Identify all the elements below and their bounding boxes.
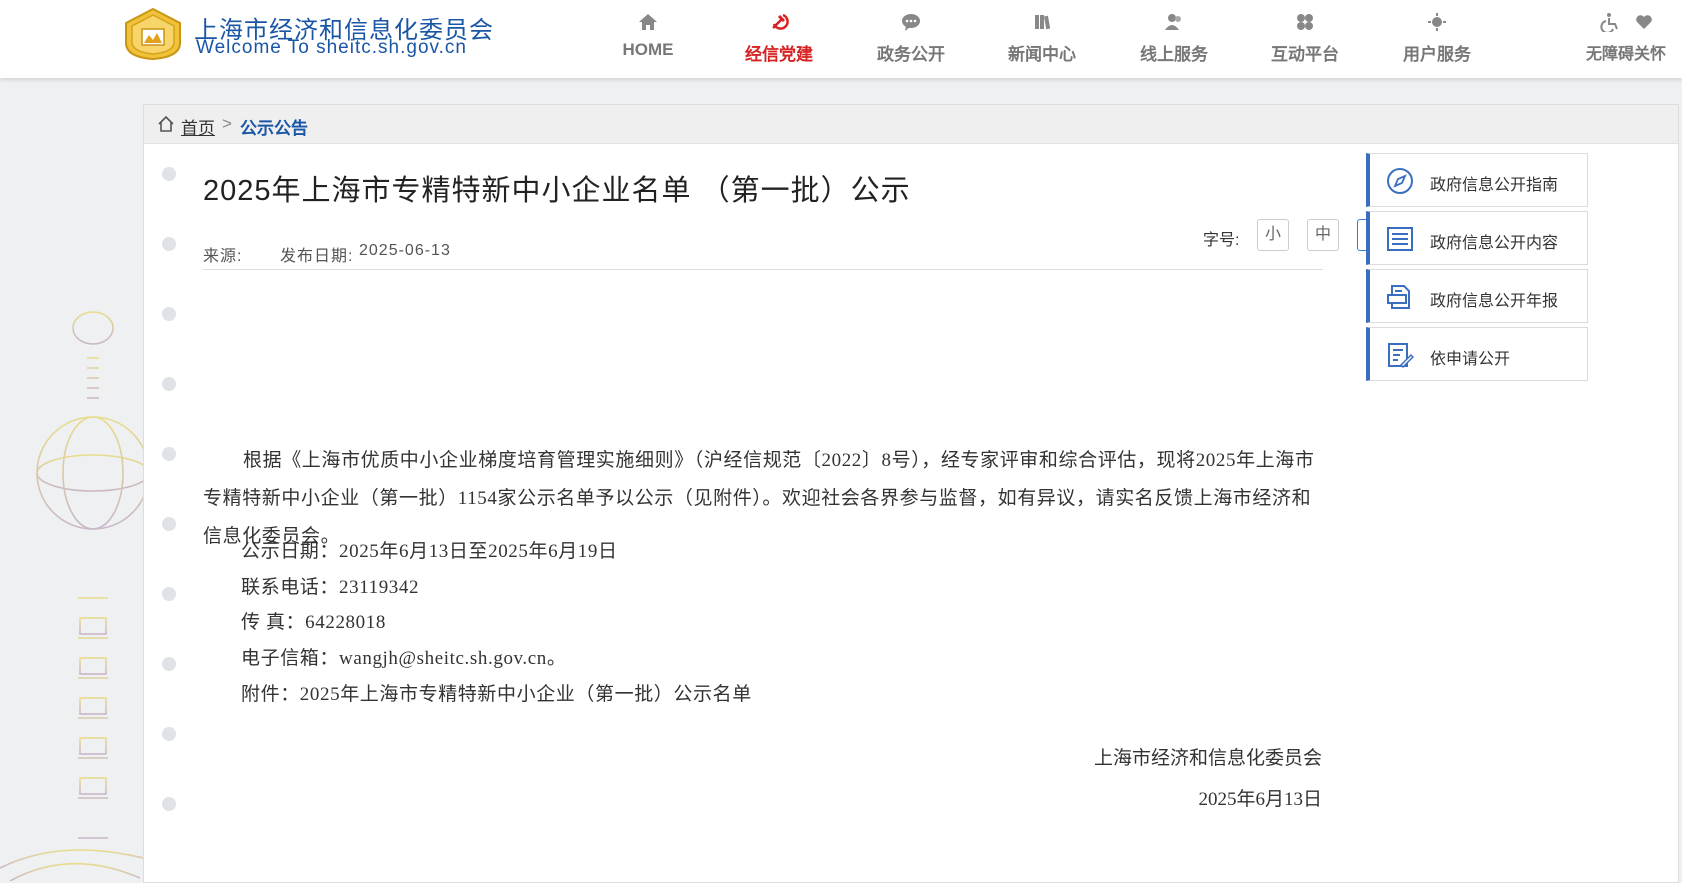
nav-label: 线上服务 — [1140, 45, 1208, 64]
nav-online-service[interactable]: 线上服务 — [1119, 12, 1229, 65]
source-label: 来源: — [203, 248, 243, 265]
contact-phone-line: 联系电话：23119342 — [241, 577, 420, 598]
accessibility-icon — [1582, 12, 1638, 36]
heart-icon — [1634, 12, 1682, 36]
users-icon — [1119, 12, 1229, 36]
timeline-dot — [162, 447, 176, 461]
timeline-dot — [162, 797, 176, 811]
chat-bubble-icon — [856, 12, 966, 36]
publish-date: 2025-06-13 — [359, 242, 451, 259]
shanghai-emblem-logo[interactable] — [122, 7, 184, 61]
service-icon — [1382, 12, 1492, 36]
nav-label: HOME — [622, 40, 674, 59]
timeline-dot — [162, 307, 176, 321]
timeline-dot — [162, 517, 176, 531]
font-size-medium-button[interactable]: 中 — [1307, 219, 1339, 251]
nav-care-mode[interactable]: 关怀 — [1634, 12, 1682, 64]
sidebar-item-annual-report[interactable]: 政府信息公开年报 — [1366, 269, 1588, 323]
signature-date: 2025年6月13日 — [1198, 789, 1322, 810]
nav-label: 用户服务 — [1403, 45, 1471, 64]
sidebar-label: 依申请公开 — [1430, 351, 1511, 368]
article-title: 2025年上海市专精特新中小企业名单 （第一批）公示 — [203, 175, 911, 207]
breadcrumb: 首页 > 公示公告 — [144, 105, 1678, 144]
font-size-small-button[interactable]: 小 — [1257, 219, 1289, 251]
sidebar-label: 政府信息公开指南 — [1430, 177, 1559, 194]
compass-icon — [1387, 168, 1413, 194]
sidebar-item-disclosure-guide[interactable]: 政府信息公开指南 — [1366, 153, 1588, 207]
nav-label: 经信党建 — [745, 45, 813, 64]
signature-organization: 上海市经济和信息化委员会 — [1093, 748, 1322, 769]
nav-interaction-platform[interactable]: 互动平台 — [1250, 12, 1360, 65]
attachment-link[interactable]: 附件：2025年上海市专精特新中小企业（第一批）公示名单 — [241, 676, 752, 714]
nav-label: 新闻中心 — [1008, 45, 1076, 64]
sidebar-item-apply-disclosure[interactable]: 依申请公开 — [1366, 327, 1588, 381]
site-subtitle: Welcome To sheitc.sh.gov.cn — [196, 37, 467, 58]
nav-accessibility[interactable]: 无障碍 — [1582, 12, 1638, 64]
nav-news-center[interactable]: 新闻中心 — [987, 12, 1097, 65]
list-icon — [1387, 227, 1413, 251]
pearl-tower-decoration — [0, 188, 143, 881]
hammer-sickle-icon — [724, 12, 834, 36]
font-size-label: 字号: — [1203, 232, 1240, 249]
timeline-dot — [162, 167, 176, 181]
timeline-dot — [162, 657, 176, 671]
home-icon — [593, 12, 703, 36]
title-divider — [203, 269, 1323, 270]
publish-date-label: 发布日期: — [280, 248, 354, 265]
site-header: 上海市经济和信息化委员会 Welcome To sheitc.sh.gov.cn… — [0, 0, 1682, 78]
nav-label: 无障碍 — [1585, 46, 1634, 63]
fax-line: 传 真：64228018 — [241, 612, 386, 633]
nav-government-affairs[interactable]: 政务公开 — [856, 12, 966, 65]
nav-label: 政务公开 — [877, 45, 945, 64]
apply-form-icon — [1388, 343, 1414, 369]
nav-label: 互动平台 — [1271, 45, 1339, 64]
email-line[interactable]: 电子信箱：wangjh@sheitc.sh.gov.cn。 — [241, 640, 567, 678]
report-icon — [1387, 285, 1410, 309]
breadcrumb-home-link[interactable]: 首页 — [181, 114, 215, 139]
nav-label: 关怀 — [1634, 46, 1667, 63]
breadcrumb-separator: > — [222, 114, 232, 133]
content-panel: 首页 > 公示公告 2025年上海市专精特新中小企业名单 （第一批）公示 来源:… — [143, 104, 1679, 883]
nav-user-service[interactable]: 用户服务 — [1382, 12, 1492, 65]
notice-period-line: 公示日期：2025年6月13日至2025年6月19日 — [241, 541, 618, 562]
sidebar-label: 政府信息公开内容 — [1430, 235, 1559, 252]
timeline-dot — [162, 237, 176, 251]
timeline-dot — [162, 377, 176, 391]
breadcrumb-current-link[interactable]: 公示公告 — [240, 114, 308, 139]
nav-home[interactable]: HOME — [593, 12, 703, 60]
timeline-dot — [162, 727, 176, 741]
books-icon — [987, 12, 1097, 36]
grid-icon — [1250, 12, 1360, 36]
timeline-dot — [162, 587, 176, 601]
sidebar-item-disclosure-content[interactable]: 政府信息公开内容 — [1366, 211, 1588, 265]
nav-party-building[interactable]: 经信党建 — [724, 12, 834, 65]
sidebar-label: 政府信息公开年报 — [1430, 293, 1559, 310]
home-outline-icon — [158, 115, 174, 132]
